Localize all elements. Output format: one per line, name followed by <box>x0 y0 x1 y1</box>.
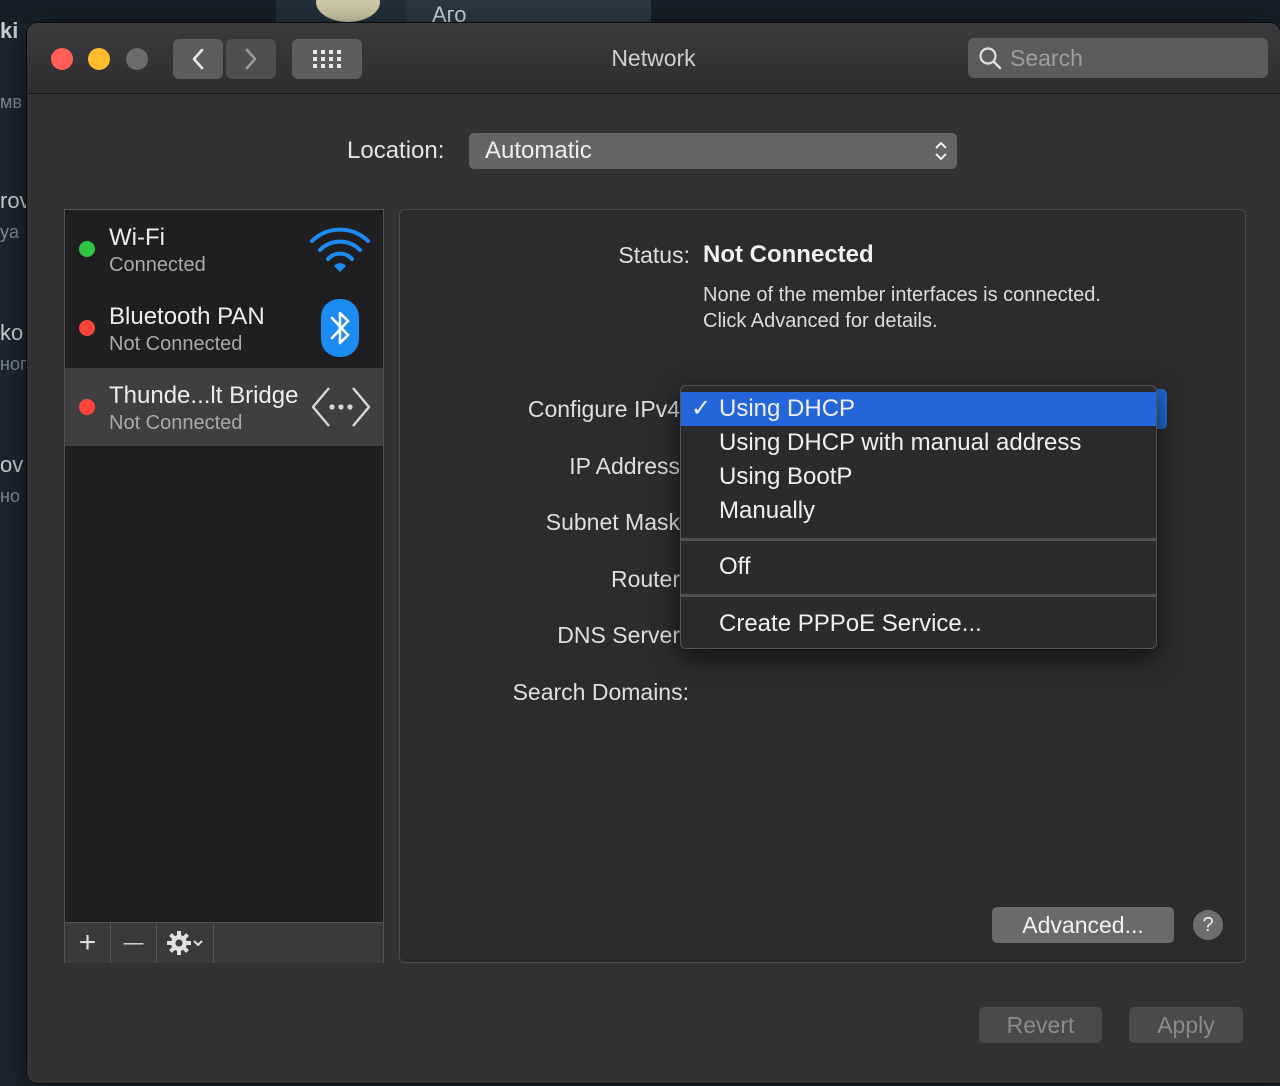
menu-item-create-pppoe[interactable]: Create PPPoE Service... <box>681 607 1156 641</box>
menu-item-label: Create PPPoE Service... <box>719 610 982 637</box>
service-actions-button[interactable] <box>157 923 214 963</box>
menu-item-label: Using DHCP with manual address <box>719 429 1082 456</box>
status-dot <box>79 320 95 336</box>
service-item-wifi[interactable]: Wi-Fi Connected <box>65 210 383 288</box>
background-text-fragment: ko <box>0 320 24 345</box>
menu-item-bootp[interactable]: Using BootP <box>681 460 1156 494</box>
network-window: Network Search Location: Automatic Wi-Fi… <box>27 23 1280 1083</box>
advanced-button[interactable]: Advanced... <box>992 907 1174 943</box>
search-placeholder: Search <box>1010 44 1083 71</box>
service-name: Thunde...lt Bridge <box>109 382 299 409</box>
chevron-down-icon <box>193 940 203 947</box>
service-status: Not Connected <box>109 333 243 355</box>
configure-ipv4-label: Configure IPv4 <box>527 396 680 422</box>
background-text-fragment: мв <box>0 92 22 112</box>
ip-address-label: IP Address <box>569 453 680 479</box>
configure-ipv4-menu: ✓ Using DHCP Using DHCP with manual addr… <box>680 385 1157 649</box>
status-value: Not Connected <box>703 241 874 268</box>
menu-item-label: Off <box>719 553 751 580</box>
background-text-fragment: ov <box>0 452 24 477</box>
apply-button[interactable]: Apply <box>1129 1007 1243 1043</box>
wifi-icon <box>310 227 370 272</box>
service-item-bluetooth-pan[interactable]: Bluetooth PAN Not Connected <box>65 289 383 367</box>
checkmark-icon: ✓ <box>691 395 712 422</box>
background-text-fragment: но <box>0 486 20 506</box>
thunderbolt-bridge-icon <box>311 387 371 427</box>
background-text-fragment: ki <box>0 18 19 43</box>
menu-item-dhcp-manual[interactable]: Using DHCP with manual address <box>681 426 1156 460</box>
status-description: Click Advanced for details. <box>703 310 938 332</box>
menu-item-manually[interactable]: Manually <box>681 494 1156 528</box>
location-label: Location: <box>347 137 445 164</box>
background-text-fragment: rov <box>0 188 31 213</box>
bluetooth-icon <box>321 299 359 357</box>
help-button[interactable]: ? <box>1193 910 1223 940</box>
service-list-toolbar: + — <box>65 922 383 963</box>
menu-item-label: Manually <box>719 497 816 524</box>
chevron-up-down-icon <box>935 141 947 161</box>
service-list: Wi-Fi Connected Bluetooth PAN Not Connec… <box>64 209 384 963</box>
status-label: Status: <box>618 242 690 268</box>
status-dot <box>79 399 95 415</box>
status-description: None of the member interfaces is connect… <box>703 284 1101 306</box>
menu-item-off[interactable]: Off <box>681 550 1156 584</box>
service-name: Wi-Fi <box>109 224 165 251</box>
location-select[interactable]: Automatic <box>469 133 957 169</box>
search-icon <box>979 47 1002 70</box>
background-text-fragment: ног <box>0 354 27 374</box>
menu-item-label: Using BootP <box>719 463 853 490</box>
service-status: Connected <box>109 254 206 276</box>
status-dot <box>79 241 95 257</box>
search-input[interactable]: Search <box>968 38 1268 78</box>
title-bar: Network Search <box>27 23 1280 94</box>
menu-separator <box>681 538 1156 541</box>
menu-item-label: Using DHCP <box>719 395 856 422</box>
subnet-mask-label: Subnet Mask <box>545 509 680 535</box>
remove-service-button[interactable]: — <box>111 923 157 963</box>
service-status: Not Connected <box>109 412 243 434</box>
location-value: Automatic <box>485 137 592 164</box>
menu-separator <box>681 594 1156 597</box>
gear-icon <box>167 931 191 955</box>
add-service-button[interactable]: + <box>65 923 111 963</box>
menu-item-using-dhcp[interactable]: ✓ Using DHCP <box>681 392 1156 426</box>
revert-button[interactable]: Revert <box>979 1007 1102 1043</box>
service-item-thunderbolt-bridge[interactable]: Thunde...lt Bridge Not Connected <box>65 368 383 446</box>
dns-server-label: DNS Server <box>557 622 680 648</box>
search-domains-label: Search Domains: <box>512 679 689 705</box>
service-name: Bluetooth PAN <box>109 303 265 330</box>
router-label: Router <box>610 566 680 592</box>
background-text-fragment: ya <box>0 222 20 242</box>
